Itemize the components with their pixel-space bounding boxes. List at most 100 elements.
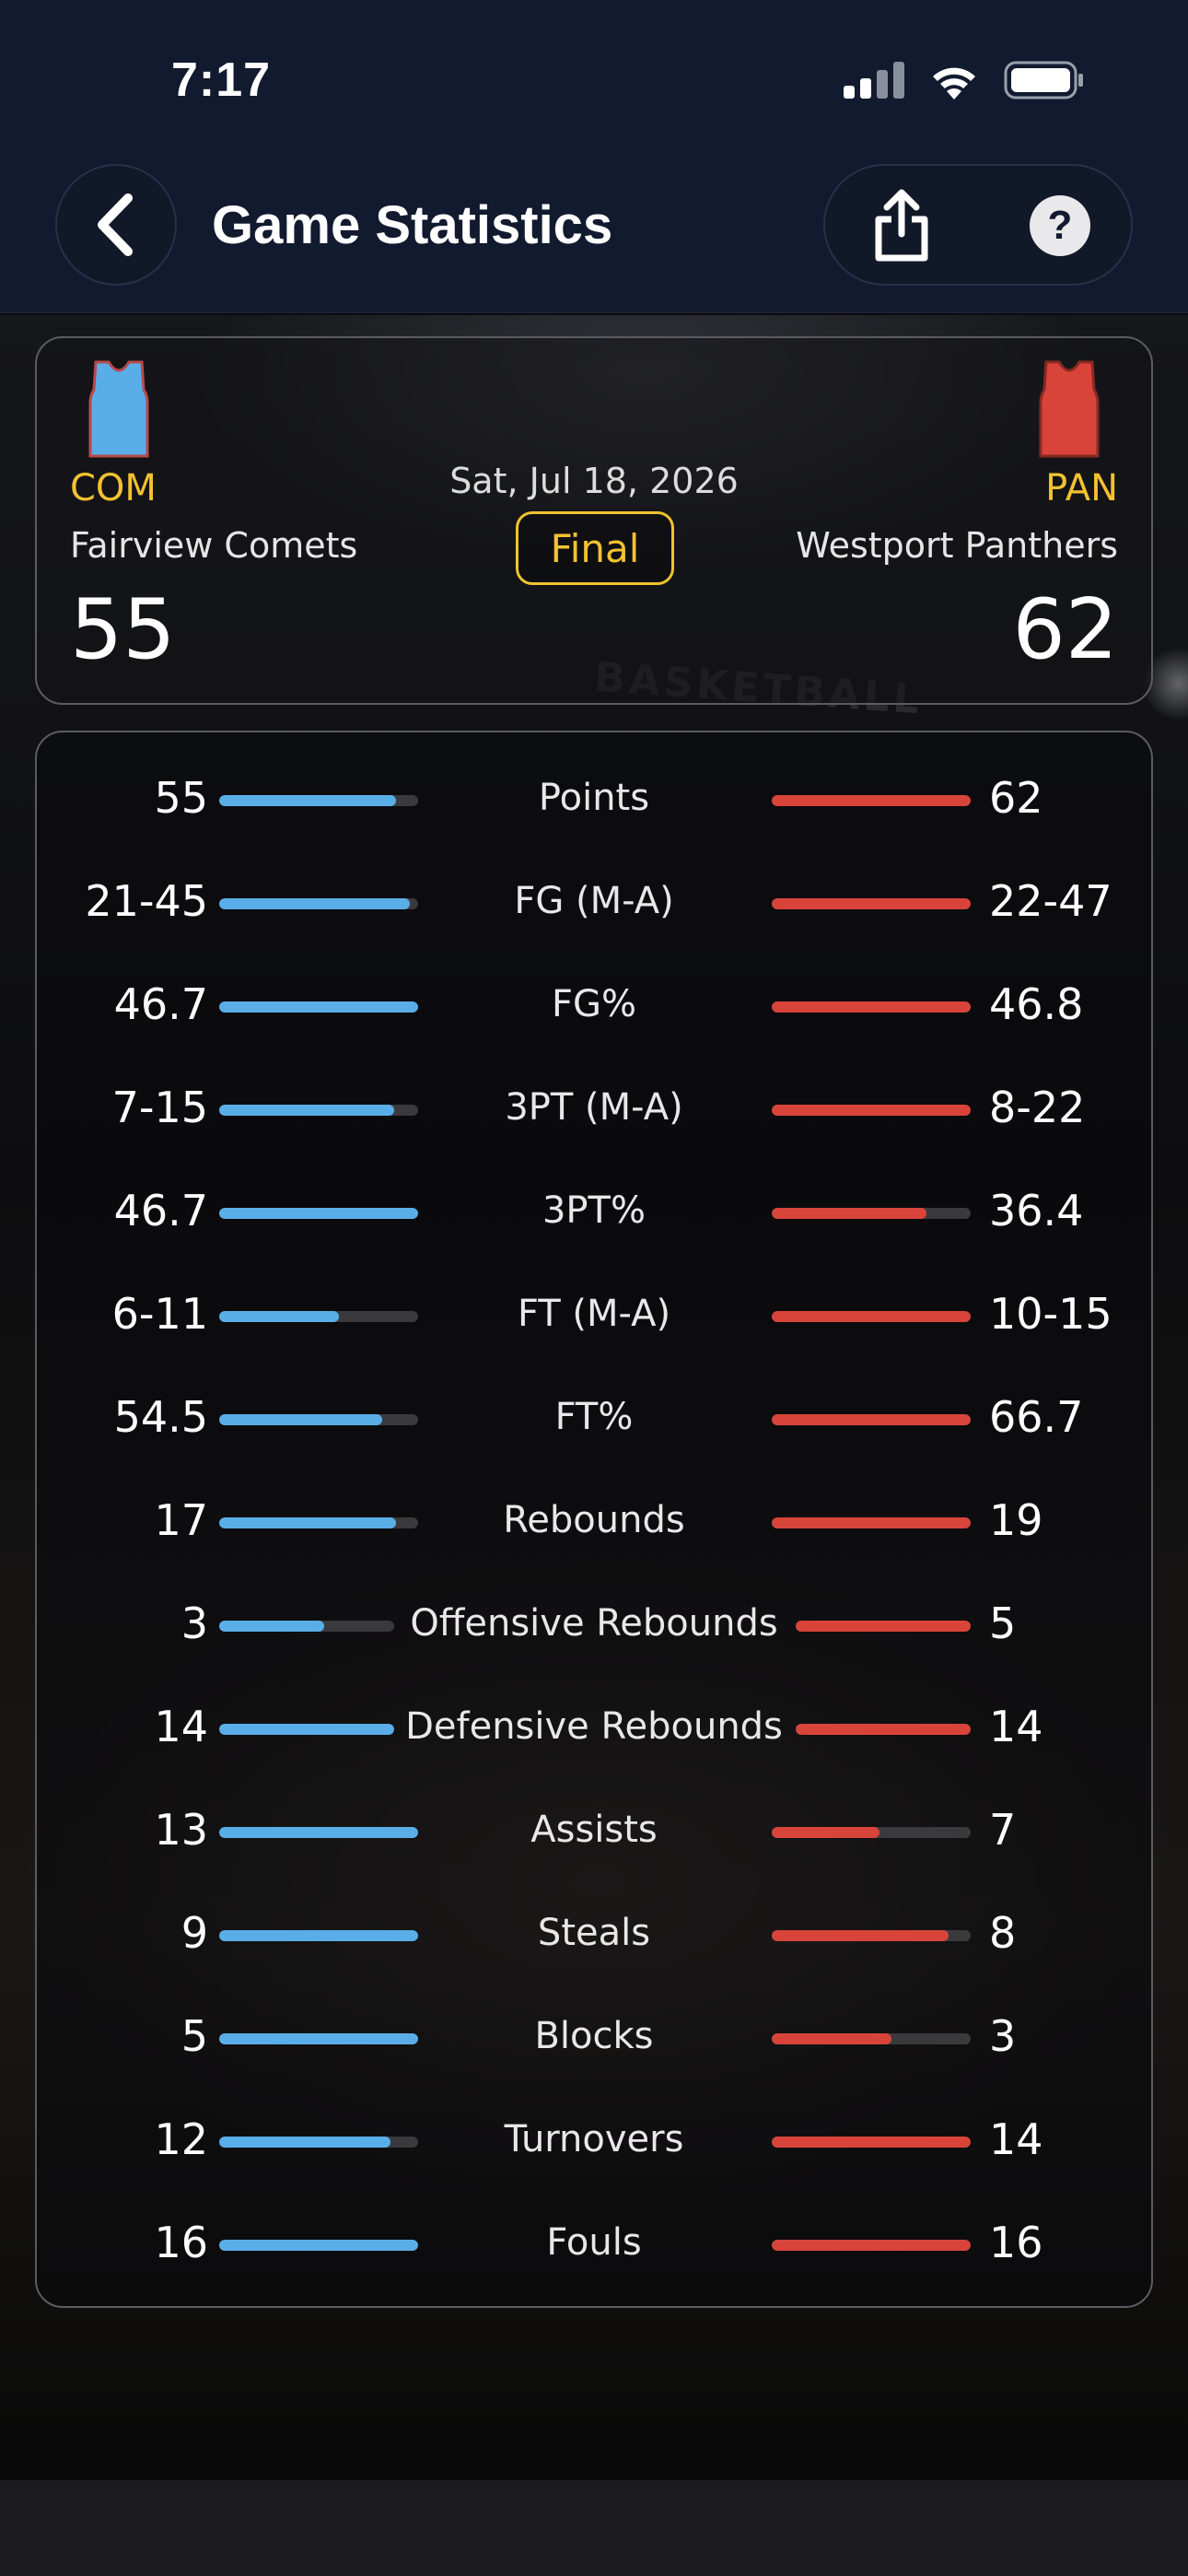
stat-label: Offensive Rebounds xyxy=(410,1602,778,1645)
away-stat-value: 19 xyxy=(989,1495,1043,1545)
game-status-badge: Final xyxy=(516,511,674,585)
stats-comparison-card: 55 Points 62 21-45 FG (M-A) 22-47 46.7 FG% 46.8 7… xyxy=(35,731,1153,2308)
away-stat-value: 22-47 xyxy=(989,876,1112,926)
stat-row: 12 Turnovers 14 xyxy=(37,2088,1151,2191)
away-stat-value: 66.7 xyxy=(989,1392,1084,1442)
stat-row: 13 Assists 7 xyxy=(37,1778,1151,1881)
stat-label: Defensive Rebounds xyxy=(405,1705,783,1748)
away-stat-bar xyxy=(772,1105,971,1116)
stat-label: FG (M-A) xyxy=(514,880,674,922)
away-stat-bar xyxy=(772,1517,971,1528)
away-stat-bar-fill xyxy=(772,1930,949,1941)
cellular-signal-icon xyxy=(844,62,904,99)
away-stat-value: 14 xyxy=(989,2114,1043,2164)
stat-label: 3PT (M-A) xyxy=(505,1086,683,1129)
away-stat-bar-fill xyxy=(772,1105,971,1116)
bottom-bar xyxy=(0,2480,1188,2576)
stat-row: 17 Rebounds 19 xyxy=(37,1469,1151,1572)
home-team-name: Fairview Comets xyxy=(70,525,358,566)
status-icons xyxy=(844,57,1085,103)
away-stat-value: 14 xyxy=(989,1702,1043,1751)
away-stat-bar-fill xyxy=(772,2240,971,2251)
stat-row: 16 Fouls 16 xyxy=(37,2191,1151,2294)
away-stat-value: 10-15 xyxy=(989,1289,1112,1339)
away-stat-bar-fill xyxy=(796,1724,971,1735)
away-stat-bar xyxy=(772,898,971,909)
status-time: 7:17 xyxy=(171,53,272,107)
away-stat-bar xyxy=(796,1724,971,1735)
away-stat-bar-fill xyxy=(772,2033,891,2044)
back-button[interactable] xyxy=(55,164,177,286)
question-mark-icon: ? xyxy=(1047,203,1073,248)
home-jersey-icon xyxy=(88,360,149,458)
stat-row: 54.5 FT% 66.7 xyxy=(37,1365,1151,1469)
away-stat-value: 62 xyxy=(989,773,1043,823)
away-stat-bar-fill xyxy=(772,1827,879,1838)
stat-row: 21-45 FG (M-A) 22-47 xyxy=(37,849,1151,953)
stat-row: 14 Defensive Rebounds 14 xyxy=(37,1675,1151,1778)
chevron-left-icon xyxy=(98,193,133,256)
stat-row: 6-11 FT (M-A) 10-15 xyxy=(37,1262,1151,1365)
away-team-name: Westport Panthers xyxy=(796,525,1118,566)
away-stat-bar xyxy=(772,795,971,806)
share-button[interactable] xyxy=(862,186,941,265)
stat-label: Steals xyxy=(537,1912,651,1954)
stat-row: 9 Steals 8 xyxy=(37,1881,1151,1985)
away-stat-bar-fill xyxy=(772,795,971,806)
stat-label: FG% xyxy=(551,983,636,1025)
stat-label: 3PT% xyxy=(542,1189,646,1232)
help-button[interactable]: ? xyxy=(1030,195,1090,256)
stat-label: Rebounds xyxy=(503,1499,685,1541)
stat-label: FT (M-A) xyxy=(517,1293,671,1335)
away-stat-bar xyxy=(772,1208,971,1219)
away-stat-bar xyxy=(772,1414,971,1425)
away-stat-bar xyxy=(772,2033,971,2044)
away-stat-bar-fill xyxy=(772,1414,971,1425)
away-team-score: 62 xyxy=(1012,581,1118,678)
away-stat-bar xyxy=(772,1001,971,1013)
away-stat-value: 3 xyxy=(989,2011,1017,2061)
battery-icon xyxy=(1004,61,1083,100)
away-stat-bar xyxy=(772,1930,971,1941)
away-stat-bar xyxy=(772,2240,971,2251)
stat-row: 46.7 FG% 46.8 xyxy=(37,953,1151,1056)
stat-row: 5 Blocks 3 xyxy=(37,1985,1151,2088)
away-stat-bar xyxy=(772,1827,971,1838)
away-stat-value: 16 xyxy=(989,2218,1043,2267)
top-bar: 7:17 Game Statistics ? xyxy=(0,0,1188,313)
stat-label: Assists xyxy=(530,1809,658,1851)
away-stat-bar xyxy=(772,2137,971,2148)
stat-row: 3 Offensive Rebounds 5 xyxy=(37,1572,1151,1675)
away-jersey-icon xyxy=(1039,360,1100,458)
away-stat-bar xyxy=(772,1311,971,1322)
stat-row: 46.7 3PT% 36.4 xyxy=(37,1159,1151,1262)
page-title: Game Statistics xyxy=(212,195,613,255)
away-stat-value: 36.4 xyxy=(989,1186,1084,1235)
stat-label: FT% xyxy=(554,1396,634,1438)
stat-row: 7-15 3PT (M-A) 8-22 xyxy=(37,1056,1151,1159)
away-stat-value: 46.8 xyxy=(989,979,1084,1029)
stat-label: Fouls xyxy=(546,2221,642,2264)
away-stat-bar-fill xyxy=(772,1517,971,1528)
stat-label: Points xyxy=(538,777,650,819)
away-stat-value: 8-22 xyxy=(989,1083,1086,1132)
stat-label: Blocks xyxy=(534,2015,654,2057)
away-stat-value: 8 xyxy=(989,1908,1017,1958)
wifi-icon xyxy=(933,67,975,100)
scoreboard-card: COM PAN Fairview Comets Westport Panther… xyxy=(35,336,1153,705)
away-stat-bar-fill xyxy=(772,2137,971,2148)
stat-label: Turnovers xyxy=(504,2118,684,2160)
away-stat-bar-fill xyxy=(772,1311,971,1322)
share-icon xyxy=(875,189,928,262)
game-date: Sat, Jul 18, 2026 xyxy=(449,461,739,501)
stat-row: 55 Points 62 xyxy=(37,746,1151,849)
home-team-score: 55 xyxy=(70,581,176,678)
away-stat-bar-fill xyxy=(796,1621,971,1632)
away-stat-value: 5 xyxy=(989,1598,1017,1648)
away-stat-bar-fill xyxy=(772,1001,971,1013)
away-stat-bar-fill xyxy=(772,898,971,909)
away-stat-bar-fill xyxy=(772,1208,927,1219)
away-stat-value: 7 xyxy=(989,1805,1017,1855)
away-stat-bar xyxy=(796,1621,971,1632)
header-actions: ? xyxy=(823,164,1133,286)
